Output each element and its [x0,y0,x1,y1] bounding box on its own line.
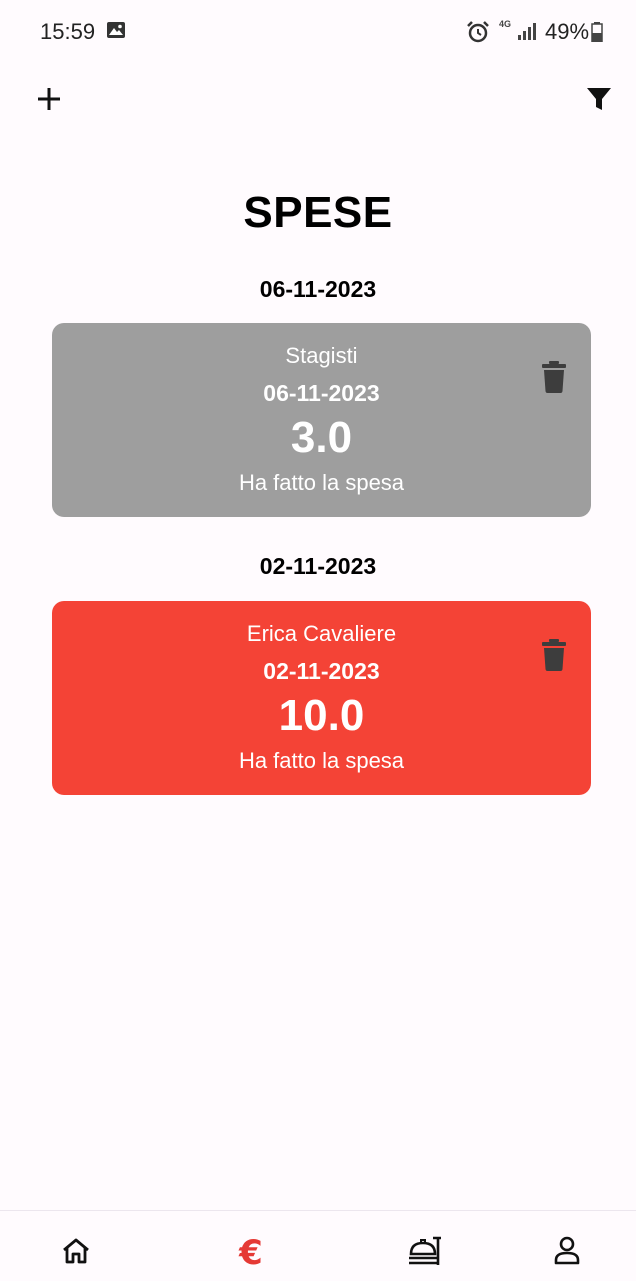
delete-button[interactable] [540,637,568,671]
profile-icon [553,1236,581,1271]
status-time: 15:59 [40,19,96,44]
expense-card[interactable]: Stagisti 06-11-2023 3.0 Ha fatto la spes… [52,323,591,517]
expense-amount: 10.0 [278,691,365,740]
alarm-icon [466,20,490,49]
plus-icon [30,88,68,122]
nav-food[interactable] [406,1233,446,1273]
battery-level: 49% [545,19,590,44]
expense-description: Ha fatto la spesa [238,470,405,495]
expense-description: Ha fatto la spesa [238,748,405,773]
battery-icon [591,22,603,47]
expense-card[interactable]: Erica Cavaliere 02-11-2023 10.0 Ha fatto… [52,601,591,795]
food-icon [408,1234,444,1273]
home-icon [61,1237,91,1270]
expense-date: 02-11-2023 [263,658,380,684]
date-group-header: 06-11-2023 [259,276,377,302]
nav-profile[interactable] [547,1233,587,1273]
trash-icon [540,639,568,675]
page-title: SPESE [243,188,393,237]
filter-icon [580,88,618,122]
image-notification-icon [107,22,125,43]
bottom-navigation: € [0,1210,636,1281]
expense-amount: 3.0 [290,413,353,462]
euro-icon: € [239,1233,263,1273]
date-group-header: 02-11-2023 [259,553,377,579]
expense-person: Stagisti [285,343,358,368]
filter-button[interactable] [580,80,618,118]
add-expense-button[interactable] [30,80,68,118]
signal-icon [518,22,538,45]
status-bar: 15:59 4G 49% [0,0,636,64]
nav-home[interactable] [56,1233,96,1273]
network-type: 4G [498,19,511,29]
expense-person: Erica Cavaliere [246,621,397,646]
delete-button[interactable] [540,359,568,393]
trash-icon [540,361,568,397]
nav-expenses[interactable]: € [231,1233,271,1273]
expense-date: 06-11-2023 [263,380,380,406]
